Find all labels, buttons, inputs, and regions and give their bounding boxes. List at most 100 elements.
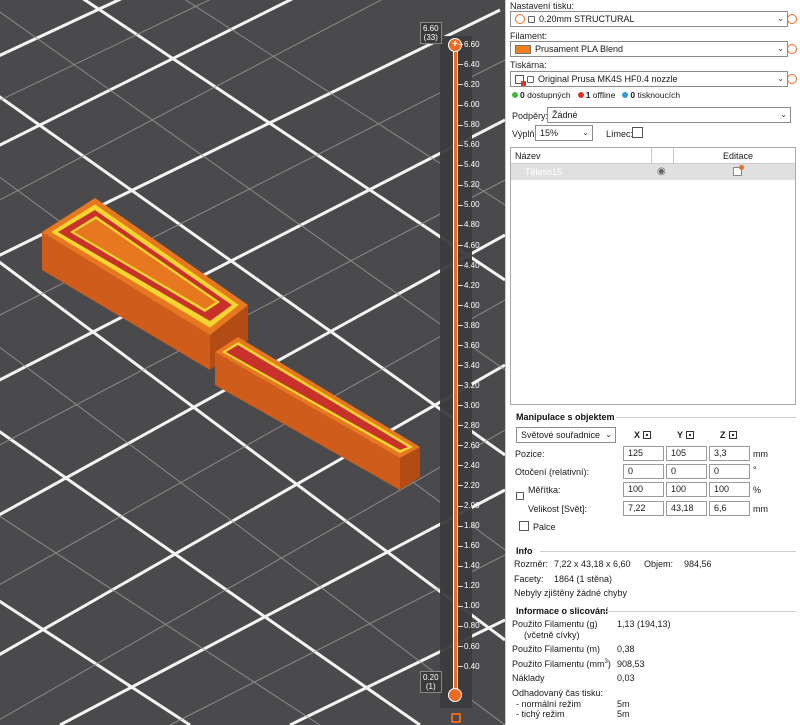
object-row[interactable]: Těleso15 ◉ xyxy=(511,164,795,180)
layer-tick-label: 6.20 xyxy=(458,80,480,90)
layer-tick-label: 3.00 xyxy=(458,401,480,411)
top-layer-number: (33) xyxy=(423,33,438,42)
chevron-down-icon: ⌄ xyxy=(582,128,589,137)
axis-z-icon xyxy=(728,431,737,439)
coord-system-select[interactable]: Světové souřadnice ⌄ xyxy=(516,427,616,443)
layer-tick-label: 2.80 xyxy=(458,421,480,431)
print-settings-select[interactable]: 0.20mm STRUCTURAL ⌄ xyxy=(510,11,788,27)
axis-x-header: X xyxy=(634,430,652,440)
scale-x-input[interactable]: 100 xyxy=(623,482,664,497)
scale-lock-icon[interactable] xyxy=(516,492,524,500)
layer-tick-label: 2.20 xyxy=(458,481,480,491)
printer-status: 0 dostupných 1 offline 0 tisknoucích xyxy=(512,90,680,100)
axis-y-header: Y xyxy=(677,430,695,440)
chevron-down-icon: ⌄ xyxy=(780,110,787,119)
filament-mm3-close: ) xyxy=(607,659,611,669)
infill-value: 15% xyxy=(540,128,559,138)
offline-count: 1 xyxy=(585,90,591,100)
3d-viewport[interactable]: + 6.60 (33) 0.20 (1) 6.60 6.40 6.20 6.00 5.8… xyxy=(0,0,505,725)
info-facets-label: Facety: xyxy=(514,574,544,584)
model-body[interactable] xyxy=(42,198,420,490)
position-y-input[interactable]: 105 xyxy=(666,446,707,461)
scale-y-input[interactable]: 100 xyxy=(666,482,707,497)
brim-checkbox[interactable] xyxy=(632,127,643,138)
layer-tick-label: 3.20 xyxy=(458,381,480,391)
rotation-x-input[interactable]: 0 xyxy=(623,464,664,479)
chevron-down-icon: ⌄ xyxy=(777,14,784,23)
inches-checkbox[interactable] xyxy=(519,521,529,531)
infill-select[interactable]: 15% ⌄ xyxy=(535,125,593,141)
rotation-unit: ° xyxy=(753,465,757,475)
edit-object-icon[interactable] xyxy=(733,165,744,176)
edit-print-settings-icon[interactable] xyxy=(787,14,797,24)
position-x-input[interactable]: 125 xyxy=(623,446,664,461)
filament-g-sub: (včetně cívky) xyxy=(524,630,580,640)
coord-system-value: Světové souřadnice xyxy=(521,430,601,440)
slicing-info-title: Informace o slicování xyxy=(516,606,609,616)
edit-printer-icon[interactable] xyxy=(787,74,797,84)
info-volume-value: 984,56 xyxy=(684,559,712,569)
filament-mm3-value: 908,53 xyxy=(617,659,645,669)
layer-tick-label: 2.00 xyxy=(458,501,480,511)
edit-filament-icon[interactable] xyxy=(787,44,797,54)
axis-x-icon xyxy=(643,431,652,439)
normal-mode-label: - normální režim xyxy=(516,699,582,709)
filament-value: Prusament PLA Blend xyxy=(535,44,624,54)
axis-z-header: Z xyxy=(720,430,737,440)
layer-tick-label: 4.40 xyxy=(458,261,480,271)
filament-select[interactable]: Prusament PLA Blend ⌄ xyxy=(510,41,788,57)
layer-tick-label: 4.00 xyxy=(458,301,480,311)
layer-tick-label: 1.00 xyxy=(458,601,480,611)
size-label: Velikost [Svět]: xyxy=(528,504,588,514)
silent-mode-value: 5m xyxy=(617,709,630,719)
layer-tick-label: 0.40 xyxy=(458,662,480,672)
available-dot-icon xyxy=(512,92,518,98)
scale-z-input[interactable]: 100 xyxy=(709,482,750,497)
print-time-label: Odhadovaný čas tisku: xyxy=(512,688,604,698)
layer-tick-label: 5.40 xyxy=(458,160,480,170)
size-unit: mm xyxy=(753,504,768,514)
filament-g-value: 1,13 (194,13) xyxy=(617,619,671,629)
object-list[interactable]: Název Editace Těleso15 ◉ xyxy=(510,147,796,405)
layer-tick-label: 3.60 xyxy=(458,341,480,351)
filament-mm3-label: Použito Filamentu (mm3) xyxy=(512,659,611,669)
inches-label: Palce xyxy=(533,522,556,532)
supports-value: Žádné xyxy=(552,110,578,120)
size-z-input[interactable]: 6,6 xyxy=(709,501,750,516)
layer-tick-label: 6.00 xyxy=(458,100,480,110)
layer-tick-label: 6.60 xyxy=(458,40,480,50)
layer-tick-label: 0.80 xyxy=(458,621,480,631)
layer-tick-label: 0.60 xyxy=(458,642,480,652)
layer-tick-label: 1.80 xyxy=(458,521,480,531)
eye-icon[interactable]: ◉ xyxy=(657,166,666,177)
infill-label: Výplň: xyxy=(512,129,538,139)
chevron-down-icon: ⌄ xyxy=(777,74,784,83)
layer-tick-label: 5.60 xyxy=(458,140,480,150)
col-name-header: Název xyxy=(515,151,541,161)
bottom-layer-label: 0.20 (1) xyxy=(420,671,442,693)
chevron-down-icon: ⌄ xyxy=(605,430,612,439)
scale-unit: % xyxy=(753,485,762,495)
printer-icon xyxy=(515,75,526,86)
top-layer-label: 6.60 (33) xyxy=(420,22,442,44)
layer-tick-label: 6.40 xyxy=(458,60,480,70)
print-settings-label: Nastavení tisku: xyxy=(510,1,575,11)
offline-dot-icon xyxy=(577,92,584,98)
size-x-input[interactable]: 7,22 xyxy=(623,501,664,516)
rotation-y-input[interactable]: 0 xyxy=(666,464,707,479)
position-z-input[interactable]: 3,3 xyxy=(709,446,750,461)
info-volume-label: Objem: xyxy=(644,559,674,569)
layer-tick-label: 2.60 xyxy=(458,441,480,451)
rotation-z-input[interactable]: 0 xyxy=(709,464,750,479)
lock-icon[interactable] xyxy=(451,713,461,723)
supports-select[interactable]: Žádné ⌄ xyxy=(547,107,791,123)
sidebar: Nastavení tisku: 0.20mm STRUCTURAL ⌄ Fil… xyxy=(505,0,800,725)
size-y-input[interactable]: 43,18 xyxy=(666,501,707,516)
layer-slider-lower-thumb[interactable] xyxy=(448,688,462,702)
position-unit: mm xyxy=(753,449,768,459)
axis-x-label: X xyxy=(634,430,641,440)
printer-select[interactable]: Original Prusa MK4S HF0.4 nozzle ⌄ xyxy=(510,71,788,87)
info-title: Info xyxy=(516,546,533,556)
layer-tick-label: 3.40 xyxy=(458,361,480,371)
printer-value: Original Prusa MK4S HF0.4 nozzle xyxy=(538,74,678,84)
